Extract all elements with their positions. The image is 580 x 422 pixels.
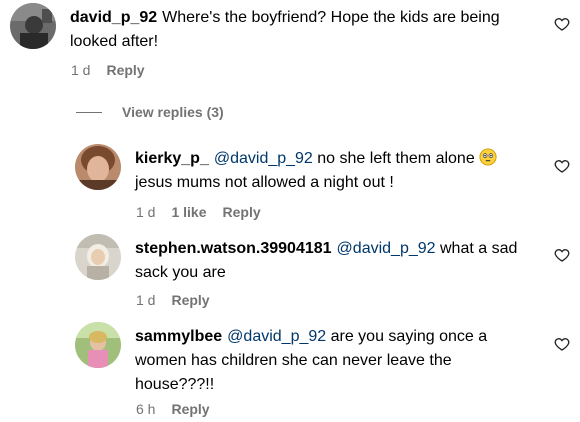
avatar-stephen-image [75,234,121,280]
mention-link[interactable]: @david_p_92 [214,150,313,167]
avatar-david-image [10,3,56,49]
reply-button[interactable]: Reply [106,62,144,78]
view-replies-line [76,111,102,113]
comment-main-body: david_p_92 Where's the boyfriend? Hope th… [70,6,520,54]
reply-button[interactable]: Reply [171,401,209,417]
avatar-sammylbee[interactable] [75,322,121,368]
avatar-kierky-image [75,144,121,190]
reply-text: no she left them alone [317,150,475,167]
reply-button[interactable]: Reply [171,292,209,308]
heart-icon[interactable] [554,336,570,352]
mention-link[interactable]: @david_p_92 [337,240,436,257]
reply-username[interactable]: sammylbee [135,328,222,345]
reply-stephen-body: stephen.watson.39904181 @david_p_92 what … [135,237,525,285]
reply-button[interactable]: Reply [223,204,261,220]
avatar-kierky[interactable] [75,144,121,190]
view-replies-label: View replies (3) [122,104,224,120]
avatar-sammylbee-image [75,322,121,368]
reply-time: 1 d [136,292,156,308]
comment-meta: 1 d Reply [71,62,145,78]
reply-sammylbee-body: sammylbee @david_p_92 are you saying once… [135,325,495,397]
reply-kierky-body: kierky_p_ @david_p_92 no she left them al… [135,147,525,195]
flushed-face-emoji-icon [479,148,497,166]
reply-meta: 6 h Reply [136,401,210,417]
reply-meta: 1 d Reply [136,292,210,308]
reply-username[interactable]: stephen.watson.39904181 [135,240,332,257]
reply-time: 6 h [136,401,156,417]
avatar-david[interactable] [10,3,56,49]
reply-username[interactable]: kierky_p_ [135,150,209,167]
reply-meta: 1 d 1 like Reply [136,204,261,220]
reply-text-line2: jesus mums not allowed a night out ! [135,174,394,191]
heart-icon[interactable] [554,16,570,32]
avatar-stephen[interactable] [75,234,121,280]
view-replies-button[interactable]: View replies (3) [76,104,224,120]
reply-time: 1 d [136,204,156,220]
comment-time: 1 d [71,62,91,78]
mention-link[interactable]: @david_p_92 [227,328,326,345]
likes-count[interactable]: 1 like [171,204,206,220]
heart-icon[interactable] [554,247,570,263]
heart-icon[interactable] [554,158,570,174]
comment-username[interactable]: david_p_92 [70,9,157,26]
